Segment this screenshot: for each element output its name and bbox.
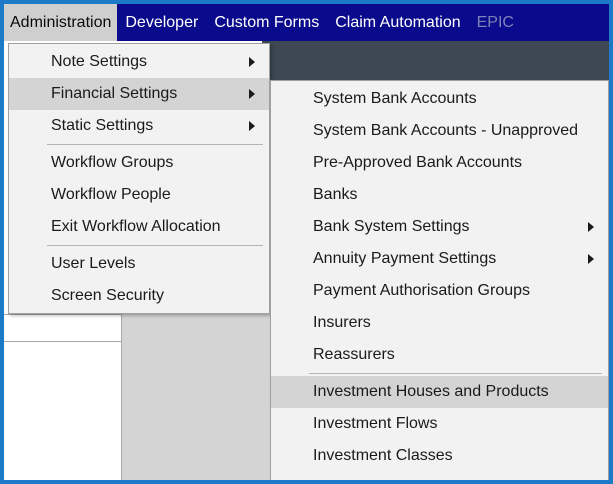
menu-item-workflow-people[interactable]: Workflow People	[9, 179, 269, 211]
submenu-arrow-icon	[249, 121, 255, 131]
administration-dropdown: Note Settings Financial Settings Static …	[8, 43, 270, 314]
side-panel	[4, 314, 122, 480]
menu-administration[interactable]: Administration	[4, 4, 118, 41]
menu-item-system-bank-accounts[interactable]: System Bank Accounts	[271, 83, 608, 115]
menu-item-static-settings[interactable]: Static Settings	[9, 110, 269, 142]
menu-item-label: Reassurers	[313, 346, 395, 363]
menu-custom-forms[interactable]: Custom Forms	[206, 4, 327, 41]
menu-item-label: System Bank Accounts - Unapproved	[313, 122, 579, 139]
menu-item-pre-approved-bank-accounts[interactable]: Pre-Approved Bank Accounts	[271, 147, 608, 179]
menu-item-financial-settings[interactable]: Financial Settings	[9, 78, 269, 110]
menu-item-label: User Levels	[51, 255, 136, 272]
menu-separator	[309, 373, 602, 374]
menu-separator	[47, 245, 263, 246]
menu-item-payment-authorisation-groups[interactable]: Payment Authorisation Groups	[271, 275, 608, 307]
submenu-arrow-icon	[588, 254, 594, 264]
menu-developer[interactable]: Developer	[117, 4, 206, 41]
menu-item-user-levels[interactable]: User Levels	[9, 248, 269, 280]
menu-item-banks[interactable]: Banks	[271, 179, 608, 211]
menu-item-label: Workflow People	[51, 186, 171, 203]
financial-settings-submenu: System Bank Accounts System Bank Account…	[270, 80, 609, 480]
menu-item-label: Screen Security	[51, 287, 164, 304]
menu-item-note-settings[interactable]: Note Settings	[9, 46, 269, 78]
side-panel-row[interactable]	[4, 314, 121, 342]
menu-item-label: Annuity Payment Settings	[313, 250, 497, 267]
menu-item-label: Payment Authorisation Groups	[313, 282, 531, 299]
menu-item-investment-flows[interactable]: Investment Flows	[271, 408, 608, 440]
menu-item-label: Static Settings	[51, 117, 154, 134]
workspace-background	[122, 314, 272, 480]
menu-item-label: Bank System Settings	[313, 218, 470, 235]
menu-item-label: Workflow Groups	[51, 154, 174, 171]
menu-item-label: Insurers	[313, 314, 371, 331]
menu-item-annuity-payment-settings[interactable]: Annuity Payment Settings	[271, 243, 608, 275]
menu-item-label: Investment Houses and Products	[313, 383, 549, 400]
menu-item-system-bank-accounts-unapproved[interactable]: System Bank Accounts - Unapproved	[271, 115, 608, 147]
menu-item-label: System Bank Accounts	[313, 90, 477, 107]
menu-item-label: Note Settings	[51, 53, 148, 70]
menu-item-investment-classes[interactable]: Investment Classes	[271, 440, 608, 472]
menu-item-label: Exit Workflow Allocation	[51, 218, 221, 235]
menu-item-label: Investment Classes	[313, 447, 453, 464]
toolbar-background	[262, 41, 609, 81]
submenu-arrow-icon	[249, 89, 255, 99]
menu-separator	[47, 144, 263, 145]
submenu-arrow-icon	[588, 222, 594, 232]
menu-item-exit-workflow-allocation[interactable]: Exit Workflow Allocation	[9, 211, 269, 243]
menu-item-screen-security[interactable]: Screen Security	[9, 280, 269, 312]
menu-item-bank-system-settings[interactable]: Bank System Settings	[271, 211, 608, 243]
submenu-arrow-icon	[249, 57, 255, 67]
menu-claim-automation[interactable]: Claim Automation	[327, 4, 468, 41]
menu-epic[interactable]: EPIC	[469, 4, 522, 41]
menu-item-insurers[interactable]: Insurers	[271, 307, 608, 339]
menu-item-label: Investment Flows	[313, 415, 438, 432]
menu-bar: Administration Developer Custom Forms Cl…	[4, 4, 609, 41]
menu-item-investment-houses-and-products[interactable]: Investment Houses and Products	[271, 376, 608, 408]
app-window: Administration Developer Custom Forms Cl…	[0, 0, 613, 484]
menu-item-label: Pre-Approved Bank Accounts	[313, 154, 523, 171]
menu-item-reassurers[interactable]: Reassurers	[271, 339, 608, 371]
menu-item-label: Financial Settings	[51, 85, 178, 102]
menu-item-workflow-groups[interactable]: Workflow Groups	[9, 147, 269, 179]
menu-item-label: Banks	[313, 186, 358, 203]
